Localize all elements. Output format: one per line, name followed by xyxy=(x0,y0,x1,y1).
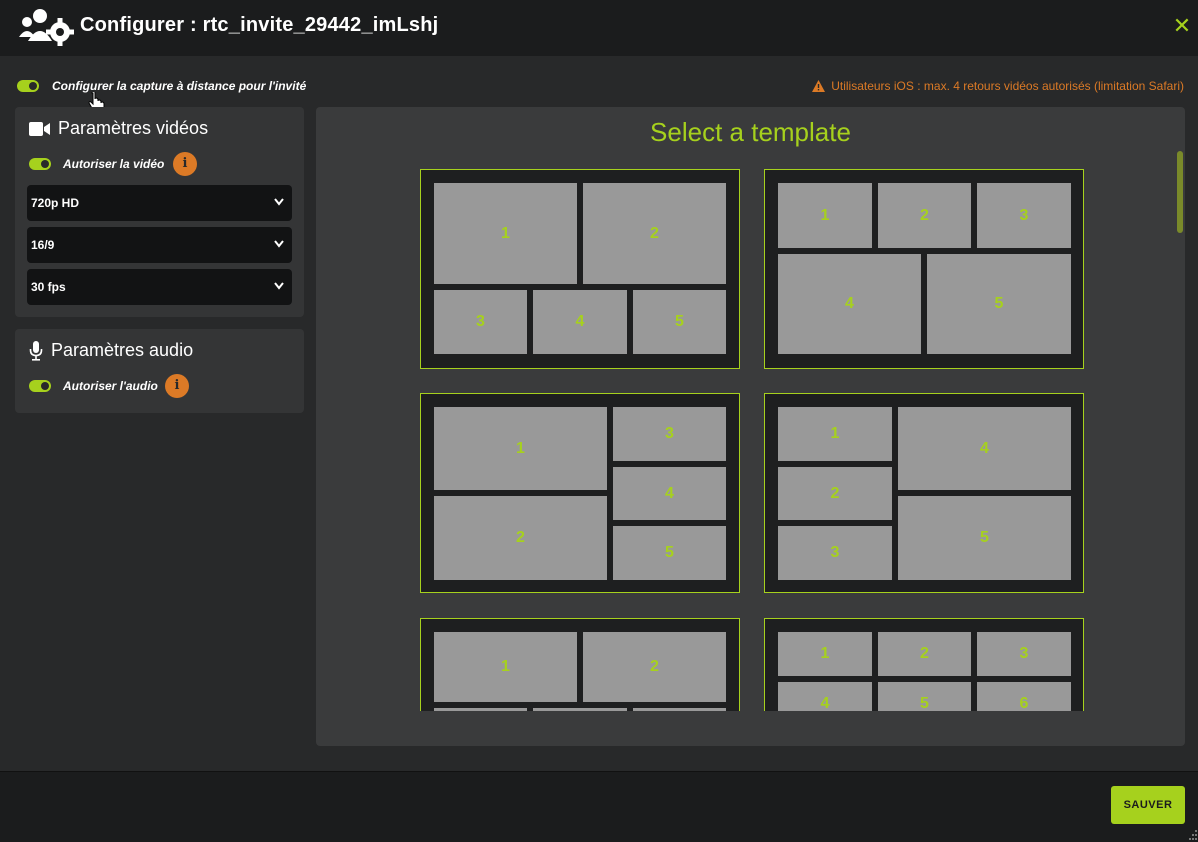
template-cell: 5 xyxy=(927,254,1071,354)
template-cell: 2 xyxy=(878,183,971,248)
template-option-5[interactable]: 1 2 xyxy=(420,618,740,711)
remote-capture-toggle[interactable] xyxy=(17,80,39,92)
chevron-down-icon xyxy=(274,240,284,248)
ratio-value: 16/9 xyxy=(31,238,55,252)
template-option-4[interactable]: 1 2 3 4 5 xyxy=(764,393,1084,593)
template-cell: 3 xyxy=(977,632,1071,676)
audio-settings-panel: Paramètres audio Autoriser l'audio i xyxy=(15,329,304,413)
template-cell: 5 xyxy=(878,682,971,711)
save-button[interactable]: SAUVER xyxy=(1111,786,1185,824)
allow-video-label: Autoriser la vidéo xyxy=(63,157,165,171)
close-icon[interactable]: ✕ xyxy=(1170,12,1194,40)
chevron-down-icon xyxy=(274,198,284,206)
fps-value: 30 fps xyxy=(31,280,66,294)
ios-warning: Utilisateurs iOS : max. 4 retours vidéos… xyxy=(812,79,1184,93)
template-cell: 1 xyxy=(778,632,872,676)
video-camera-icon xyxy=(29,121,50,136)
template-cell: 1 xyxy=(434,632,577,702)
allow-video-toggle[interactable] xyxy=(29,158,51,170)
video-settings-panel: Paramètres vidéos Autoriser la vidéo i 7… xyxy=(15,107,304,317)
template-cell: 4 xyxy=(898,407,1071,490)
template-cell: 5 xyxy=(613,526,726,580)
template-cell: 4 xyxy=(613,467,726,520)
chevron-down-icon xyxy=(274,282,284,290)
template-cell: 2 xyxy=(434,496,607,580)
template-option-3[interactable]: 1 2 3 4 5 xyxy=(420,393,740,593)
audio-settings-title: Paramètres audio xyxy=(51,340,194,360)
template-cell: 3 xyxy=(977,183,1071,248)
warning-icon xyxy=(812,80,826,92)
template-option-1[interactable]: 1 2 3 4 5 xyxy=(420,169,740,369)
ratio-select[interactable]: 16/9 xyxy=(27,227,292,263)
template-cell: 1 xyxy=(778,183,872,248)
template-selector: Select a template 1 2 3 4 5 1 2 3 4 5 1 … xyxy=(316,107,1185,746)
template-option-6[interactable]: 1 2 3 4 5 6 xyxy=(764,618,1084,711)
resolution-value: 720p HD xyxy=(31,196,80,210)
template-cell: 1 xyxy=(778,407,892,461)
template-cell: 1 xyxy=(434,183,577,284)
allow-audio-label: Autoriser l'audio xyxy=(63,379,158,393)
video-info-icon[interactable]: i xyxy=(173,152,197,176)
template-cell: 5 xyxy=(898,496,1071,580)
template-cell xyxy=(533,708,627,711)
template-cell: 6 xyxy=(977,682,1071,711)
template-cell: 3 xyxy=(778,526,892,580)
template-cell: 1 xyxy=(434,407,607,490)
template-cell: 2 xyxy=(778,467,892,520)
configure-dialog: Configurer : rtc_invite_29442_imLshj ✕ C… xyxy=(0,0,1198,842)
remote-capture-label: Configurer la capture à distance pour l'… xyxy=(52,79,307,93)
resolution-select[interactable]: 720p HD xyxy=(27,185,292,221)
template-cell: 3 xyxy=(434,290,527,354)
template-cell xyxy=(633,708,726,711)
dialog-header: Configurer : rtc_invite_29442_imLshj ✕ xyxy=(0,0,1198,56)
template-cell: 5 xyxy=(633,290,726,354)
template-cell: 3 xyxy=(613,407,726,461)
template-cell xyxy=(434,708,527,711)
template-cell: 2 xyxy=(583,183,726,284)
scrollbar-thumb[interactable] xyxy=(1177,151,1183,233)
users-gear-icon xyxy=(19,9,74,46)
template-option-2[interactable]: 1 2 3 4 5 xyxy=(764,169,1084,369)
resize-grip-icon[interactable] xyxy=(1188,830,1197,840)
microphone-icon xyxy=(29,340,43,361)
audio-info-icon[interactable]: i xyxy=(165,374,189,398)
template-scrollbar[interactable] xyxy=(1175,151,1185,711)
template-cell: 2 xyxy=(878,632,971,676)
template-grid: Select a template 1 2 3 4 5 1 2 3 4 5 1 … xyxy=(316,107,1176,711)
template-cell: 4 xyxy=(778,682,872,711)
dialog-title: Configurer : rtc_invite_29442_imLshj xyxy=(80,14,439,36)
ios-warning-text: Utilisateurs iOS : max. 4 retours vidéos… xyxy=(831,79,1184,93)
fps-select[interactable]: 30 fps xyxy=(27,269,292,305)
audio-settings-heading: Paramètres audio xyxy=(29,340,193,361)
template-cell: 2 xyxy=(583,632,726,702)
allow-audio-toggle[interactable] xyxy=(29,380,51,392)
template-cell: 4 xyxy=(778,254,921,354)
template-cell: 4 xyxy=(533,290,627,354)
template-heading: Select a template xyxy=(650,117,851,147)
dialog-footer xyxy=(0,771,1198,842)
video-settings-title: Paramètres vidéos xyxy=(58,118,209,138)
video-settings-heading: Paramètres vidéos xyxy=(29,118,208,139)
